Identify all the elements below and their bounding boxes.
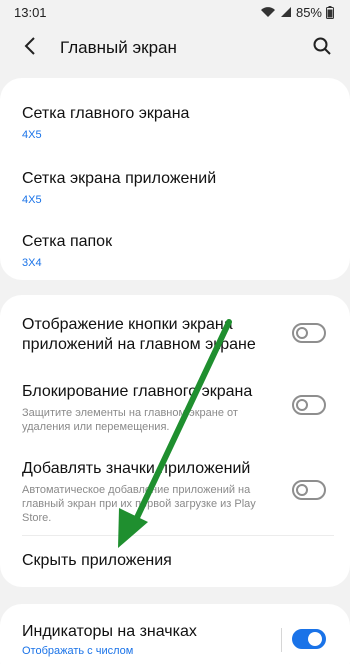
home-grid-value: 4X5 bbox=[22, 129, 42, 141]
apps-grid-item[interactable]: Сетка экрана приложений 4X5 bbox=[22, 169, 334, 207]
hide-apps-title: Скрыть приложения bbox=[22, 552, 172, 569]
battery-text: 85% bbox=[295, 4, 322, 20]
add-icons-toggle[interactable] bbox=[292, 480, 326, 500]
home-settings-card: Отображение кнопки экрана приложений на … bbox=[0, 295, 350, 587]
toggle-knob bbox=[296, 399, 308, 411]
lock-layout-desc: Защитите элементы на главном экране от у… bbox=[22, 407, 238, 433]
grid-settings-card: Сетка главного экрана 4X5 Сетка экрана п… bbox=[0, 78, 350, 280]
toggle-knob bbox=[296, 327, 308, 339]
toggle-knob bbox=[308, 632, 322, 646]
home-grid-title: Сетка главного экрана bbox=[22, 105, 190, 122]
lock-layout-item[interactable]: Блокирование главного экрана Защитите эл… bbox=[22, 382, 266, 434]
lock-layout-title: Блокирование главного экрана bbox=[22, 383, 253, 400]
badges-title: Индикаторы на значках bbox=[22, 623, 197, 640]
add-icons-desc: Автоматическое добавление приложений на … bbox=[22, 484, 256, 524]
back-button[interactable] bbox=[8, 28, 52, 68]
search-button[interactable] bbox=[302, 28, 342, 68]
hide-apps-item[interactable]: Скрыть приложения bbox=[22, 551, 334, 571]
status-bar: 13:01 85% bbox=[0, 0, 350, 24]
chevron-left-icon bbox=[24, 36, 36, 60]
folder-grid-title: Сетка папок bbox=[22, 233, 113, 250]
home-grid-item[interactable]: Сетка главного экрана 4X5 bbox=[22, 104, 334, 142]
search-icon bbox=[313, 37, 331, 60]
status-icons: 85% bbox=[260, 5, 334, 20]
folder-grid-item[interactable]: Сетка папок 3X4 bbox=[22, 232, 334, 270]
apps-button-toggle[interactable] bbox=[292, 323, 326, 343]
add-icons-title: Добавлять значки приложений bbox=[22, 460, 251, 477]
badges-value: Отображать с числом bbox=[22, 645, 134, 657]
status-time: 13:01 bbox=[14, 4, 47, 20]
divider bbox=[22, 535, 334, 536]
lock-layout-toggle[interactable] bbox=[292, 395, 326, 415]
folder-grid-value: 3X4 bbox=[22, 257, 42, 269]
apps-button-title: Отображение кнопки экрана приложений на … bbox=[22, 316, 256, 353]
page-title: Главный экран bbox=[60, 38, 177, 57]
badges-toggle[interactable] bbox=[292, 629, 326, 649]
badges-item[interactable]: Индикаторы на значках Отображать с число… bbox=[22, 622, 266, 658]
battery-icon bbox=[326, 5, 334, 19]
apps-button-item[interactable]: Отображение кнопки экрана приложений на … bbox=[22, 315, 266, 355]
wifi-icon bbox=[260, 6, 276, 18]
toggle-knob bbox=[296, 484, 308, 496]
app-bar: Главный экран bbox=[0, 28, 350, 68]
signal-icon bbox=[280, 6, 292, 18]
vertical-divider bbox=[281, 628, 282, 652]
badges-card: Индикаторы на значках Отображать с число… bbox=[0, 604, 350, 664]
apps-grid-title: Сетка экрана приложений bbox=[22, 170, 217, 187]
add-icons-item[interactable]: Добавлять значки приложений Автоматическ… bbox=[22, 459, 266, 525]
apps-grid-value: 4X5 bbox=[22, 194, 42, 206]
